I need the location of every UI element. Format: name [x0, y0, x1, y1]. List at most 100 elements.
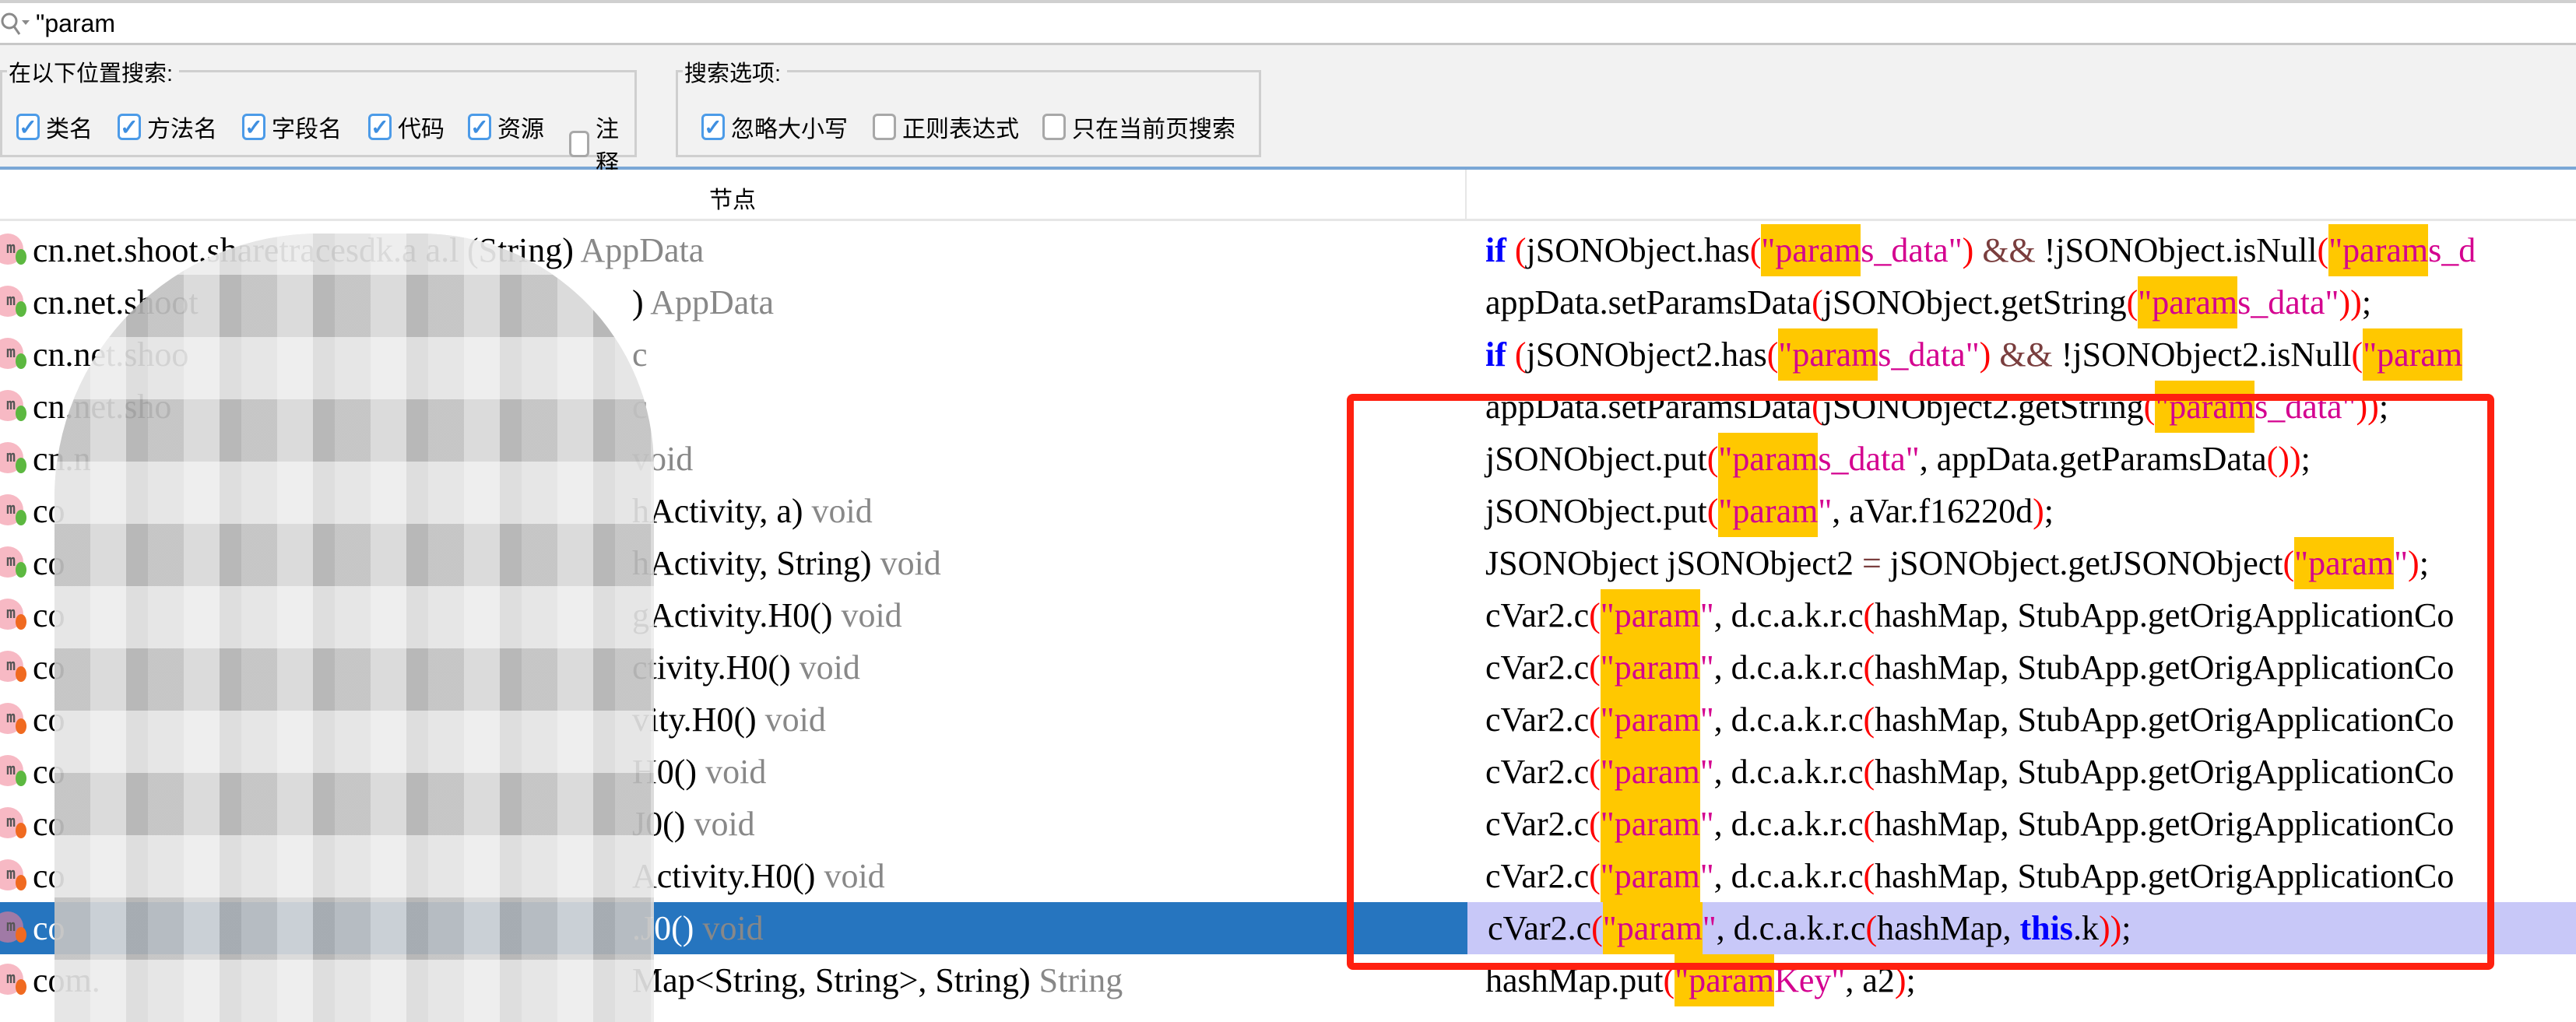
search-options-group: 搜索选项: ✓ 忽略大小写 正则表达式 只在当前页搜索	[676, 55, 1261, 157]
node-name-prefix: co	[33, 909, 65, 947]
result-row[interactable]: m cn.net.shoot.sharetracesdk.a a.l (String…	[0, 224, 2576, 276]
checkbox-unchecked-icon[interactable]	[873, 114, 896, 140]
code-snippet[interactable]: jSONObject.put("params_data", appData.ge…	[1465, 433, 2576, 485]
result-node[interactable]: m co J0() void	[0, 798, 1465, 850]
search-location-label: 在以下位置搜索:	[7, 55, 180, 88]
code-paren: (	[2126, 283, 2138, 321]
code-text: !jSONObject2.isNull	[2052, 335, 2352, 374]
code-paren: (	[2283, 544, 2295, 582]
method-icon: m	[0, 546, 31, 581]
result-node[interactable]: m cn.net.sho c	[0, 381, 1465, 433]
node-signature-text: )	[632, 283, 644, 321]
checkbox-unchecked-icon[interactable]	[1042, 114, 1066, 140]
checkbox-checked-icon[interactable]: ✓	[701, 114, 725, 140]
result-row[interactable]: m co J0() void cVar2.c("param", d.c.a.k.r.c…	[0, 798, 2576, 850]
result-node[interactable]: m co hActivity, a) void	[0, 485, 1465, 537]
result-node[interactable]: m cn.net.shoot) AppData	[0, 276, 1465, 328]
result-row[interactable]: m co hActivity, a) void jSONObject.put("par…	[0, 485, 2576, 537]
checkbox-3[interactable]: 只在当前页搜索	[1042, 110, 1235, 144]
access-dot-icon	[16, 875, 26, 890]
result-node[interactable]: m co ctivity.H0() void	[0, 641, 1465, 694]
result-row[interactable]: m co hActivity, String) void JSONObject jSO…	[0, 537, 2576, 589]
checkbox-2[interactable]: 正则表达式	[873, 110, 1019, 144]
result-node[interactable]: m co vity.H0() void	[0, 694, 1465, 746]
checkbox-label: 忽略大小写	[731, 117, 848, 142]
code-snippet[interactable]: cVar2.c("param", d.c.a.k.r.c(hashMap, St…	[1465, 850, 2576, 902]
checkbox-2[interactable]: ✓ 方法名	[118, 110, 217, 144]
node-name-prefix: cn.net.shoo	[33, 335, 189, 374]
checkbox-checked-icon[interactable]: ✓	[242, 114, 265, 140]
checkbox-5[interactable]: ✓ 资源	[468, 110, 544, 144]
result-row[interactable]: m co .J0() void cVar2.c("param", d.c.a.k.r.…	[0, 902, 2576, 954]
result-node[interactable]: m co hActivity, String) void	[0, 537, 1465, 589]
result-row[interactable]: m cn.n void jSONObject.put("params_data", …	[0, 433, 2576, 485]
result-node[interactable]: m co gActivity.H0() void	[0, 589, 1465, 641]
access-dot-icon	[16, 614, 26, 630]
result-node[interactable]: m co .J0() void	[0, 902, 1465, 954]
code-snippet[interactable]: if (jSONObject.has("params_data") && !jS…	[1465, 224, 2576, 276]
checkbox-1[interactable]: ✓ 忽略大小写	[701, 110, 848, 144]
code-snippet[interactable]: hashMap.put("paramKey", a2);	[1465, 954, 2576, 1006]
checkbox-3[interactable]: ✓ 字段名	[242, 110, 342, 144]
result-row[interactable]: m co gActivity.H0() void cVar2.c("param", d…	[0, 589, 2576, 641]
search-input[interactable]	[36, 8, 1204, 39]
code-snippet[interactable]: cVar2.c("param", d.c.a.k.r.c(hashMap, th…	[1465, 902, 2576, 954]
checkbox-6[interactable]: 注释	[569, 110, 634, 178]
checkbox-checked-icon[interactable]: ✓	[468, 114, 491, 140]
column-header-node[interactable]: 节点	[0, 181, 1465, 215]
checkbox-4[interactable]: ✓ 代码	[368, 110, 445, 144]
node-signature: (String) AppData	[467, 224, 704, 276]
code-snippet[interactable]: appData.setParamsData(jSONObject2.getStr…	[1465, 381, 2576, 433]
code-snippet[interactable]: JSONObject jSONObject2 = jSONObject.getJ…	[1465, 537, 2576, 589]
search-dropdown-icon[interactable]	[0, 11, 34, 37]
code-snippet[interactable]: cVar2.c("param", d.c.a.k.r.c(hashMap, St…	[1465, 694, 2576, 746]
code-paren: (	[1863, 753, 1875, 791]
code-snippet[interactable]: jSONObject.put("param", aVar.f16220d);	[1465, 485, 2576, 537]
checkbox-checked-icon[interactable]: ✓	[16, 114, 40, 140]
result-node[interactable]: m cn.n void	[0, 433, 1465, 485]
result-node[interactable]: m cn.net.shoot.sharetracesdk.a a.l (String…	[0, 224, 1465, 276]
checkbox-label: 类名	[46, 117, 93, 142]
code-text: cVar2.c	[1485, 701, 1590, 739]
result-row[interactable]: m co vity.H0() void cVar2.c("param", d.c.a.…	[0, 694, 2576, 746]
checkbox-checked-icon[interactable]: ✓	[118, 114, 141, 140]
code-snippet[interactable]: cVar2.c("param", d.c.a.k.r.c(hashMap, St…	[1465, 746, 2576, 798]
result-row[interactable]: m co Activity.H0() void cVar2.c("param", d.…	[0, 850, 2576, 902]
code-snippet[interactable]: appData.setParamsData(jSONObject.getStri…	[1465, 276, 2576, 328]
checkbox-label: 只在当前页搜索	[1072, 117, 1235, 142]
code-match-highlight: "param	[2328, 224, 2429, 276]
method-icon: m	[0, 390, 31, 424]
code-snippet[interactable]: cVar2.c("param", d.c.a.k.r.c(hashMap, St…	[1465, 641, 2576, 694]
code-string: "	[1699, 648, 1714, 687]
node-signature: Map<String, String>, String) String	[632, 954, 1123, 1006]
column-divider[interactable]	[1465, 170, 1467, 221]
access-dot-icon	[16, 353, 26, 369]
result-node[interactable]: m cn.net.shoo c	[0, 328, 1465, 381]
result-node[interactable]: m co H0() void	[0, 746, 1465, 798]
node-signature-text: J0()	[632, 805, 686, 843]
method-icon: m	[0, 859, 31, 894]
node-signature-text: hActivity, String)	[632, 544, 872, 582]
code-operator: &&	[1999, 335, 2053, 374]
result-row[interactable]: m co H0() void cVar2.c("param", d.c.a.k.r.c…	[0, 746, 2576, 798]
access-dot-icon	[16, 927, 26, 943]
result-row[interactable]: m cn.net.shoot) AppData appData.setParamsD…	[0, 276, 2576, 328]
method-icon: m	[0, 703, 31, 737]
checkbox-unchecked-icon[interactable]	[569, 131, 589, 157]
code-snippet[interactable]: cVar2.c("param", d.c.a.k.r.c(hashMap, St…	[1465, 589, 2576, 641]
code-snippet[interactable]: if (jSONObject2.has("params_data") && !j…	[1465, 328, 2576, 381]
result-row[interactable]: m cn.net.sho c appData.setParamsData(jSONO…	[0, 381, 2576, 433]
checkbox-1[interactable]: ✓ 类名	[16, 110, 93, 144]
result-row[interactable]: m com. Map<String, String>, String) String…	[0, 954, 2576, 1006]
code-paren: (	[1589, 857, 1601, 895]
code-string: "	[1699, 596, 1714, 634]
code-text: jSONObject.getString	[1822, 283, 2127, 321]
method-icon: m	[0, 338, 31, 372]
checkbox-checked-icon[interactable]: ✓	[368, 114, 392, 140]
code-operator: =	[1861, 544, 1882, 582]
result-row[interactable]: m co ctivity.H0() void cVar2.c("param", d.c…	[0, 641, 2576, 694]
result-row[interactable]: m cn.net.shoo c if (jSONObject2.has("param…	[0, 328, 2576, 381]
code-snippet[interactable]: cVar2.c("param", d.c.a.k.r.c(hashMap, St…	[1465, 798, 2576, 850]
result-node[interactable]: m com. Map<String, String>, String) String	[0, 954, 1465, 1006]
result-node[interactable]: m co Activity.H0() void	[0, 850, 1465, 902]
